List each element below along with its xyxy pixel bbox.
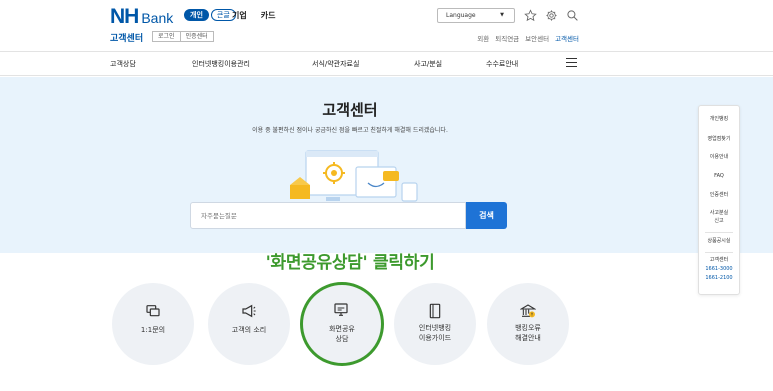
cert-center-button[interactable]: 인증센터	[180, 31, 214, 42]
gear-icon[interactable]	[545, 7, 558, 21]
quick-item-faq[interactable]: FAQ	[699, 173, 739, 180]
mode-personal-button[interactable]: 개인	[184, 9, 209, 21]
top-links: 기업 카드	[232, 10, 275, 21]
nav-item-fees[interactable]: 수수료안내	[486, 59, 518, 69]
nav-item-consultation[interactable]: 고객상담	[110, 59, 136, 69]
nav-item-internet-banking[interactable]: 인터넷뱅킹이용관리	[192, 59, 250, 69]
top-icons	[524, 7, 579, 22]
quick-item-personal-banking[interactable]: 개인뱅킹	[699, 116, 739, 123]
star-icon[interactable]	[524, 7, 537, 22]
logo-bank: Bank	[141, 10, 174, 26]
link-card[interactable]: 카드	[261, 10, 276, 21]
nav-item-accident-loss[interactable]: 사고/분실	[414, 59, 442, 69]
internet-banking-guide-button[interactable]: 인터넷뱅킹 이용가이드	[394, 283, 476, 365]
main-nav: 고객상담 인터넷뱅킹이용관리 서식/약관자료실 사고/분실 수수료안내	[0, 52, 773, 76]
quick-item-guide[interactable]: 이용안내	[699, 154, 739, 161]
book-icon	[429, 303, 441, 319]
circle-label-line2: 해결안내	[515, 334, 541, 342]
nav-item-forms[interactable]: 서식/약관자료실	[312, 59, 359, 69]
language-select[interactable]: Language ▼	[437, 8, 515, 23]
nh-bank-logo[interactable]: NH Bank	[110, 5, 174, 28]
customer-voice-button[interactable]: 고객의 소리	[208, 283, 290, 365]
quick-divider	[705, 232, 733, 233]
link-security-center[interactable]: 보안센터	[525, 33, 549, 43]
hamburger-menu-icon[interactable]	[566, 58, 577, 68]
mode-toggle: 개인 큰글	[184, 9, 236, 21]
quick-divider	[705, 252, 733, 253]
search-input[interactable]	[191, 203, 465, 229]
screen-share-consult-button[interactable]: 화면공유 상담	[300, 282, 384, 366]
screen-share-icon	[334, 303, 348, 316]
quick-item-report[interactable]: 신고	[699, 218, 739, 225]
one-on-one-inquiry-button[interactable]: 1:1문의	[112, 283, 194, 365]
quick-item-cert-center[interactable]: 인증센터	[699, 192, 739, 199]
login-button[interactable]: 로그인	[152, 31, 181, 42]
page-description: 이용 중 불편하신 점이나 궁금하신 점을 빠르고 친절하게 해결해 드리겠습니…	[252, 127, 448, 134]
megaphone-icon	[242, 304, 256, 318]
quick-item-branch-finder[interactable]: 영업점찾기	[699, 136, 739, 143]
quick-item-product-disclosure[interactable]: 상품공시실	[699, 238, 739, 245]
page-title: 고객센터	[322, 101, 378, 119]
bank-error-icon	[520, 304, 536, 318]
circle-label-line1: 인터넷뱅킹	[418, 324, 452, 332]
page-section-title[interactable]: 고객센터	[110, 31, 143, 44]
circle-label: 1:1문의	[140, 326, 166, 334]
link-fx[interactable]: 외환	[477, 33, 489, 43]
quick-item-customer-center: 고객센터	[709, 257, 729, 263]
header: NH Bank 개인 큰글 기업 카드 고객센터 로그인 인증센터 Langua…	[0, 0, 773, 52]
circle-label: 고객의 소리	[231, 326, 267, 334]
logo-nh: NH	[110, 5, 139, 28]
chat-icon	[146, 305, 160, 317]
circle-label-line1: 뱅킹오류	[515, 324, 541, 332]
search-button[interactable]: 검색	[466, 202, 507, 229]
search-icon[interactable]	[566, 7, 579, 21]
link-pension[interactable]: 퇴직연금	[495, 33, 519, 43]
phone-number-1[interactable]: 1661-3000	[699, 266, 739, 273]
auth-buttons: 로그인 인증센터	[152, 31, 214, 42]
circle-label-line2: 상담	[335, 335, 349, 343]
link-corporate[interactable]: 기업	[232, 10, 247, 21]
banking-error-guide-button[interactable]: 뱅킹오류 해결안내	[487, 283, 569, 365]
circle-label-line2: 이용가이드	[418, 334, 452, 342]
monitor-illustration-icon	[290, 150, 418, 202]
phone-number-2[interactable]: 1661-2100	[699, 275, 739, 282]
caret-down-icon: ▼	[500, 12, 504, 18]
utility-links: 외환 퇴직연금 보안센터 고객센터	[477, 33, 579, 43]
quick-item-accident-loss[interactable]: 사고분실	[699, 210, 739, 217]
link-customer-center[interactable]: 고객센터	[555, 33, 579, 43]
search-box	[190, 202, 466, 229]
circle-label-line1: 화면공유	[329, 325, 355, 333]
quick-menu: 개인뱅킹 영업점찾기 이용안내 FAQ 인증센터 사고분실 신고 상품공시실 고…	[698, 105, 740, 295]
language-label: Language	[446, 12, 476, 19]
promo-text: '화면공유상담' 클릭하기	[265, 253, 435, 273]
